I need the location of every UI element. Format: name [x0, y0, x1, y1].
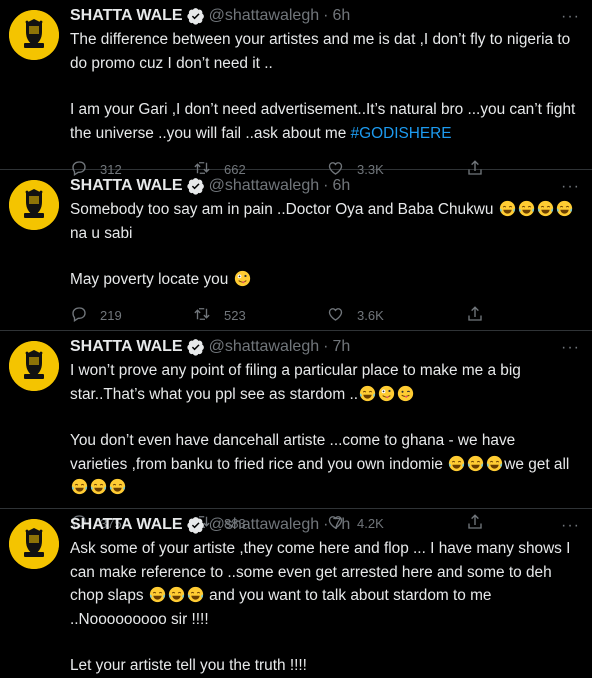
tweet-paragraph: I won’t prove any point of filing a part…: [70, 359, 576, 406]
tears-of-joy-emoji: [186, 586, 205, 604]
text-run: May poverty locate you: [70, 271, 229, 288]
tears-of-joy-emoji: [148, 586, 167, 604]
tweet-text: Ask some of your artiste ,they come here…: [70, 537, 576, 678]
tweet-header: SHATTA WALE @shattawalegh · 6h: [70, 0, 576, 28]
tweet-paragraph: Somebody too say am in pain ..Doctor Oya…: [70, 198, 576, 245]
winking-tongue-face-emoji: [396, 385, 415, 403]
avatar[interactable]: [9, 180, 59, 230]
zany-face-emoji: [377, 385, 396, 403]
text-run: Let your artiste tell you the truth !!!!: [70, 657, 307, 674]
verified-icon: [186, 7, 205, 25]
tweet-4[interactable]: SHATTA WALE @shattawalegh · 7h ··· Ask s…: [0, 509, 592, 674]
tears-of-joy-emoji: [167, 586, 186, 604]
display-name[interactable]: SHATTA WALE: [70, 516, 183, 534]
timestamp[interactable]: 6h: [332, 177, 350, 195]
text-run: The difference between your artistes and…: [70, 31, 571, 72]
emoji-group: [447, 455, 504, 473]
reply-count: 219: [100, 308, 122, 323]
separator-dot: ·: [323, 177, 329, 194]
avatar[interactable]: [9, 519, 59, 569]
tweet-text: Somebody too say am in pain ..Doctor Oya…: [70, 198, 576, 292]
tears-of-joy-emoji: [108, 478, 127, 496]
tears-of-joy-emoji: [466, 455, 485, 473]
display-name[interactable]: SHATTA WALE: [70, 7, 183, 25]
reply-button[interactable]: 219: [70, 305, 192, 326]
tweet-2[interactable]: SHATTA WALE @shattawalegh · 6h ··· Someb…: [0, 170, 592, 331]
tweet-text: I won’t prove any point of filing a part…: [70, 359, 576, 500]
share-icon: [466, 305, 496, 326]
tweet-text: The difference between your artistes and…: [70, 28, 576, 145]
tears-of-joy-emoji: [89, 478, 108, 496]
text-run: I am your Gari ,I don’t need advertiseme…: [70, 101, 576, 142]
tweet-paragraph: You don’t even have dancehall artiste ..…: [70, 429, 576, 500]
separator-dot: ·: [323, 516, 329, 533]
emoji-group: [70, 478, 127, 496]
display-name[interactable]: SHATTA WALE: [70, 338, 183, 356]
share-button[interactable]: [466, 305, 496, 326]
tweet-paragraph: I am your Gari ,I don’t need advertiseme…: [70, 98, 576, 145]
tears-of-joy-emoji: [70, 478, 89, 496]
tweet-3[interactable]: SHATTA WALE @shattawalegh · 7h ··· I won…: [0, 331, 592, 531]
retweet-button[interactable]: 523: [192, 305, 326, 326]
handle[interactable]: @shattawalegh: [209, 7, 320, 25]
timestamp[interactable]: 7h: [332, 338, 350, 356]
retweet-icon: [192, 305, 224, 326]
hashtag-link[interactable]: #GODISHERE: [351, 125, 452, 142]
tears-of-joy-emoji: [358, 385, 377, 403]
tears-of-joy-emoji: [536, 200, 555, 218]
tears-of-joy-emoji: [485, 455, 504, 473]
more-icon[interactable]: ···: [561, 8, 580, 26]
like-button[interactable]: 3.6K: [326, 305, 466, 326]
text-run: Somebody too say am in pain ..Doctor Oya…: [70, 201, 494, 218]
tweet-paragraph: The difference between your artistes and…: [70, 28, 576, 75]
avatar[interactable]: [9, 10, 59, 60]
tweet-1[interactable]: SHATTA WALE @shattawalegh · 6h ··· The d…: [0, 0, 592, 177]
text-run: I won’t prove any point of filing a part…: [70, 362, 521, 403]
tears-of-joy-emoji: [517, 200, 536, 218]
tears-of-joy-emoji: [447, 455, 466, 473]
timestamp[interactable]: 6h: [332, 7, 350, 25]
emoji-group: [233, 270, 252, 288]
display-name[interactable]: SHATTA WALE: [70, 177, 183, 195]
avatar[interactable]: [9, 341, 59, 391]
verified-icon: [186, 338, 205, 356]
emoji-group: [358, 385, 415, 403]
text-run: na u sabi: [70, 224, 133, 242]
reply-icon: [70, 305, 100, 326]
tweet-header: SHATTA WALE @shattawalegh · 7h: [70, 509, 576, 537]
emoji-group: [148, 586, 205, 604]
text-run: we get all: [504, 455, 570, 473]
retweet-count: 523: [224, 308, 246, 323]
more-icon[interactable]: ···: [561, 178, 580, 196]
timeline-feed: SHATTA WALE @shattawalegh · 6h ··· The d…: [0, 0, 592, 674]
tweet-header: SHATTA WALE @shattawalegh · 6h: [70, 170, 576, 198]
handle[interactable]: @shattawalegh: [209, 177, 320, 195]
verified-icon: [186, 516, 205, 534]
zany-face-emoji: [233, 270, 252, 288]
tears-of-joy-emoji: [498, 200, 517, 218]
tweet-paragraph: Let your artiste tell you the truth !!!!: [70, 654, 576, 678]
tears-of-joy-emoji: [555, 200, 574, 218]
tweet-header: SHATTA WALE @shattawalegh · 7h: [70, 331, 576, 359]
separator-dot: ·: [323, 7, 329, 24]
like-icon: [326, 305, 357, 326]
verified-icon: [186, 177, 205, 195]
more-icon[interactable]: ···: [561, 517, 580, 535]
tweet-actions: 219 523 3.6K: [70, 296, 576, 336]
timestamp[interactable]: 7h: [332, 516, 350, 534]
handle[interactable]: @shattawalegh: [209, 338, 320, 356]
tweet-paragraph: May poverty locate you: [70, 268, 576, 292]
emoji-group: [498, 200, 574, 218]
more-icon[interactable]: ···: [561, 339, 580, 357]
handle[interactable]: @shattawalegh: [209, 516, 320, 534]
separator-dot: ·: [323, 338, 329, 355]
like-count: 3.6K: [357, 308, 384, 323]
tweet-paragraph: Ask some of your artiste ,they come here…: [70, 537, 576, 631]
